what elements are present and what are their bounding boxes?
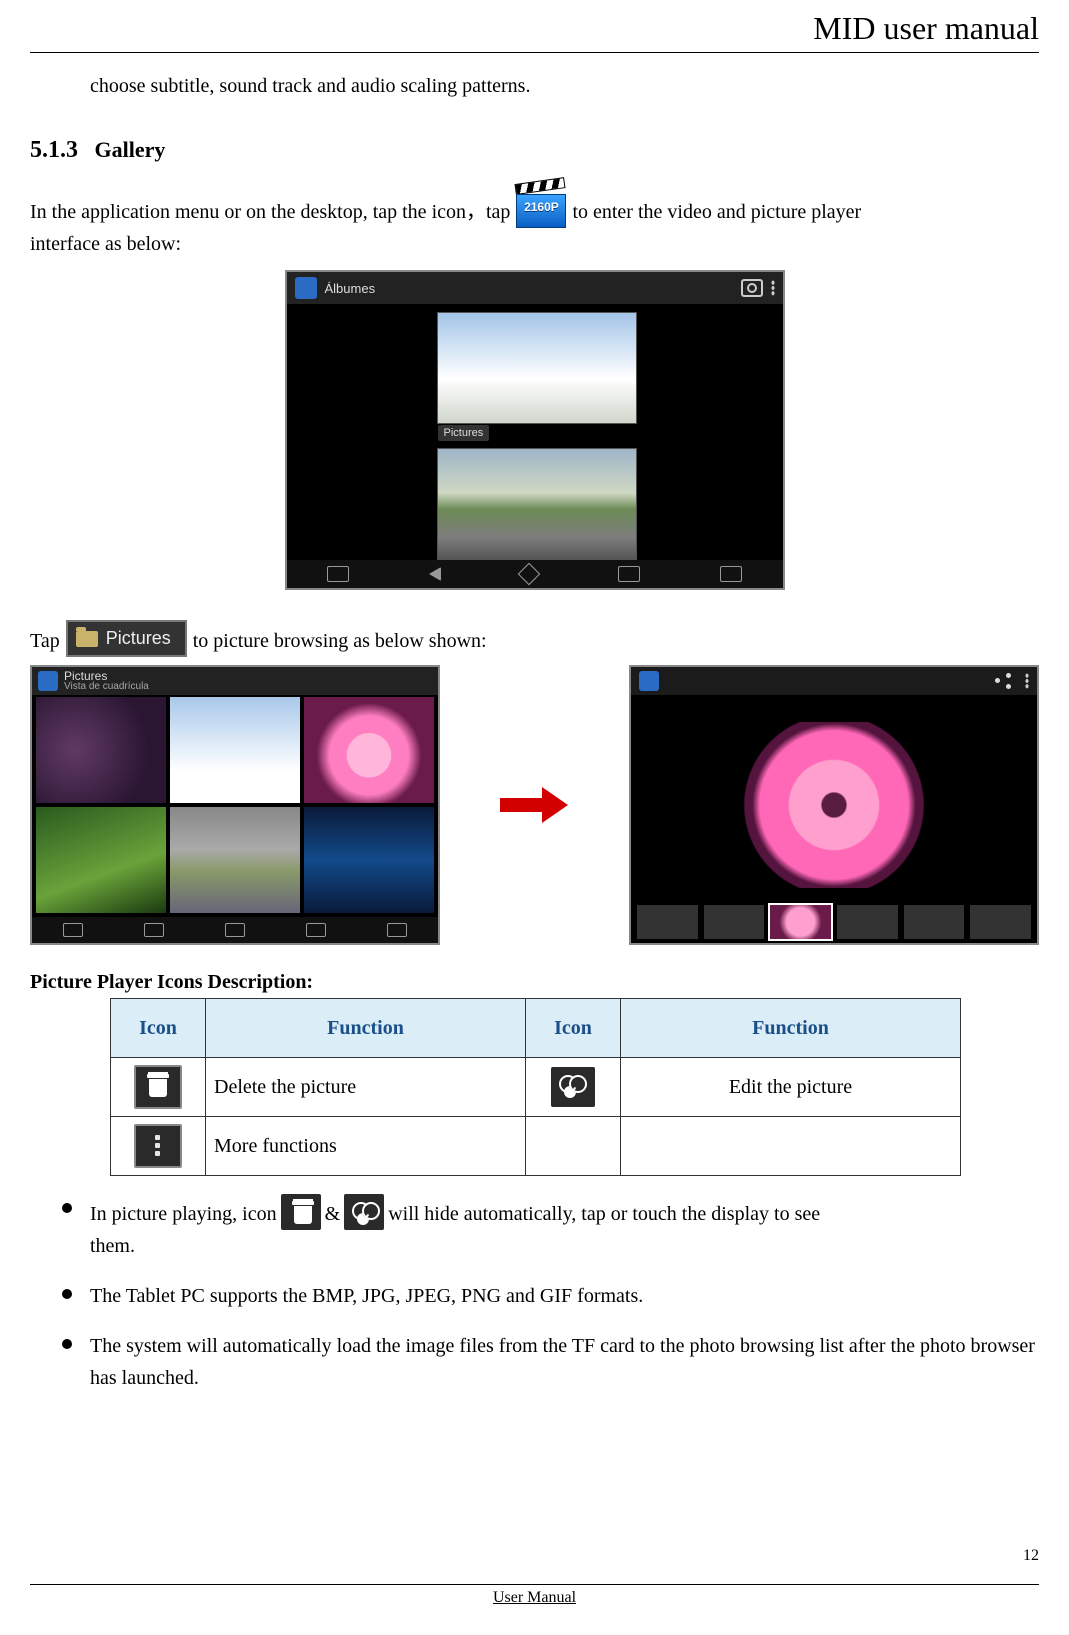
arrow-right-icon [500, 787, 570, 823]
footer-label: User Manual [30, 1589, 1039, 1607]
more-icon [771, 280, 775, 296]
grid-thumb [304, 697, 434, 803]
photo-viewer-screenshot [629, 665, 1039, 945]
table-cell-empty [526, 1117, 621, 1176]
nav-icon [387, 923, 407, 937]
bullet1-text-a: In picture playing, icon [90, 1198, 277, 1230]
section-number: 5.1.3 [30, 137, 78, 163]
header-rule [30, 52, 1039, 53]
gallery-pair: Pictures Vista de cuadrícula [30, 665, 1039, 945]
trash-icon [281, 1194, 321, 1230]
nav-back-icon [429, 567, 441, 581]
bullet-list: In picture playing, icon & will hide aut… [30, 1194, 1039, 1394]
trash-icon [134, 1065, 182, 1109]
section-heading: 5.1.3 Gallery [30, 137, 1039, 164]
app-icon [639, 671, 659, 691]
para1-text-c: interface as below: [30, 228, 1039, 260]
more-functions-icon [134, 1124, 182, 1168]
para1-text-b: to enter the video and picture player [572, 196, 861, 228]
nav-home-icon [521, 566, 537, 582]
icons-description-table: Icon Function Icon Function Delete the p… [110, 998, 961, 1176]
strip-thumb [637, 905, 698, 939]
app-icon [38, 671, 58, 691]
para1-text-a: In the application menu or on the deskto… [30, 196, 510, 228]
nav-icon [225, 923, 245, 937]
footer-rule [30, 1584, 1039, 1585]
album-thumb-movies: Movies [437, 448, 637, 560]
section-name: Gallery [95, 137, 166, 162]
bullet1-text-c: them. [90, 1235, 135, 1257]
thumbnail-strip [631, 905, 1037, 939]
nav-recent-icon [618, 566, 640, 582]
album-thumb-pictures: Pictures [437, 312, 637, 424]
edit-venn-icon [344, 1194, 384, 1230]
nav-icon [144, 923, 164, 937]
folder-icon [76, 631, 98, 647]
table-header-function: Function [206, 999, 526, 1058]
page-number: 12 [1023, 1547, 1039, 1565]
running-header: MID user manual [813, 10, 1039, 47]
viewer-image [711, 722, 957, 888]
table-cell: Delete the picture [206, 1058, 526, 1117]
grid-thumb [304, 807, 434, 913]
table-header-icon: Icon [111, 999, 206, 1058]
pictures-folder-label: Pictures [106, 628, 171, 649]
nav-icon [63, 923, 83, 937]
strip-thumb-active [770, 905, 831, 939]
strip-thumb [704, 905, 765, 939]
paragraph-2: Tap Pictures to picture browsing as belo… [30, 620, 1039, 657]
pictures-folder-button: Pictures [66, 620, 187, 657]
app-icon [295, 277, 317, 299]
table-header-icon: Icon [526, 999, 621, 1058]
grid-thumb [170, 807, 300, 913]
grid-thumb [170, 697, 300, 803]
para2-text-a: Tap [30, 625, 60, 657]
bullet1-amp: & [325, 1198, 341, 1230]
more-icon [1025, 673, 1029, 689]
grid-view-screenshot: Pictures Vista de cuadrícula [30, 665, 440, 945]
grid-thumb [36, 697, 166, 803]
nav-vol-down-icon [327, 566, 349, 582]
albums-screenshot: Álbumes Pictures Movies [285, 270, 785, 590]
gallery-2160p-icon: 2160P [516, 184, 566, 228]
table-row: Delete the picture Edit the picture [111, 1058, 961, 1117]
para2-text-b: to picture browsing as below shown: [193, 625, 487, 657]
table-title: Picture Player Icons Description: [30, 971, 1039, 994]
bullet-item: The Tablet PC supports the BMP, JPG, JPE… [30, 1280, 1039, 1312]
page-footer: 12 User Manual [30, 1584, 1039, 1607]
table-row: More functions [111, 1117, 961, 1176]
share-icon [995, 673, 1011, 689]
table-cell: Edit the picture [621, 1058, 961, 1117]
album-thumb-pictures-label: Pictures [438, 425, 490, 441]
bullet1-text-b: will hide automatically, tap or touch th… [388, 1198, 820, 1230]
camera-icon [741, 279, 763, 297]
nav-vol-up-icon [720, 566, 742, 582]
nav-icon [306, 923, 326, 937]
grid-thumb [36, 807, 166, 913]
edit-venn-icon [551, 1067, 595, 1107]
albums-title: Álbumes [325, 281, 376, 296]
strip-thumb [837, 905, 898, 939]
grid-title-line2: Vista de cuadrícula [64, 682, 149, 692]
paragraph-1: In the application menu or on the deskto… [30, 184, 1039, 228]
intro-line: choose subtitle, sound track and audio s… [90, 70, 1039, 102]
table-cell-empty [621, 1117, 961, 1176]
strip-thumb [970, 905, 1031, 939]
table-cell: More functions [206, 1117, 526, 1176]
table-header-function: Function [621, 999, 961, 1058]
bullet-item: In picture playing, icon & will hide aut… [30, 1194, 1039, 1262]
strip-thumb [904, 905, 965, 939]
bullet-item: The system will automatically load the i… [30, 1330, 1039, 1394]
android-navbar [287, 560, 783, 588]
